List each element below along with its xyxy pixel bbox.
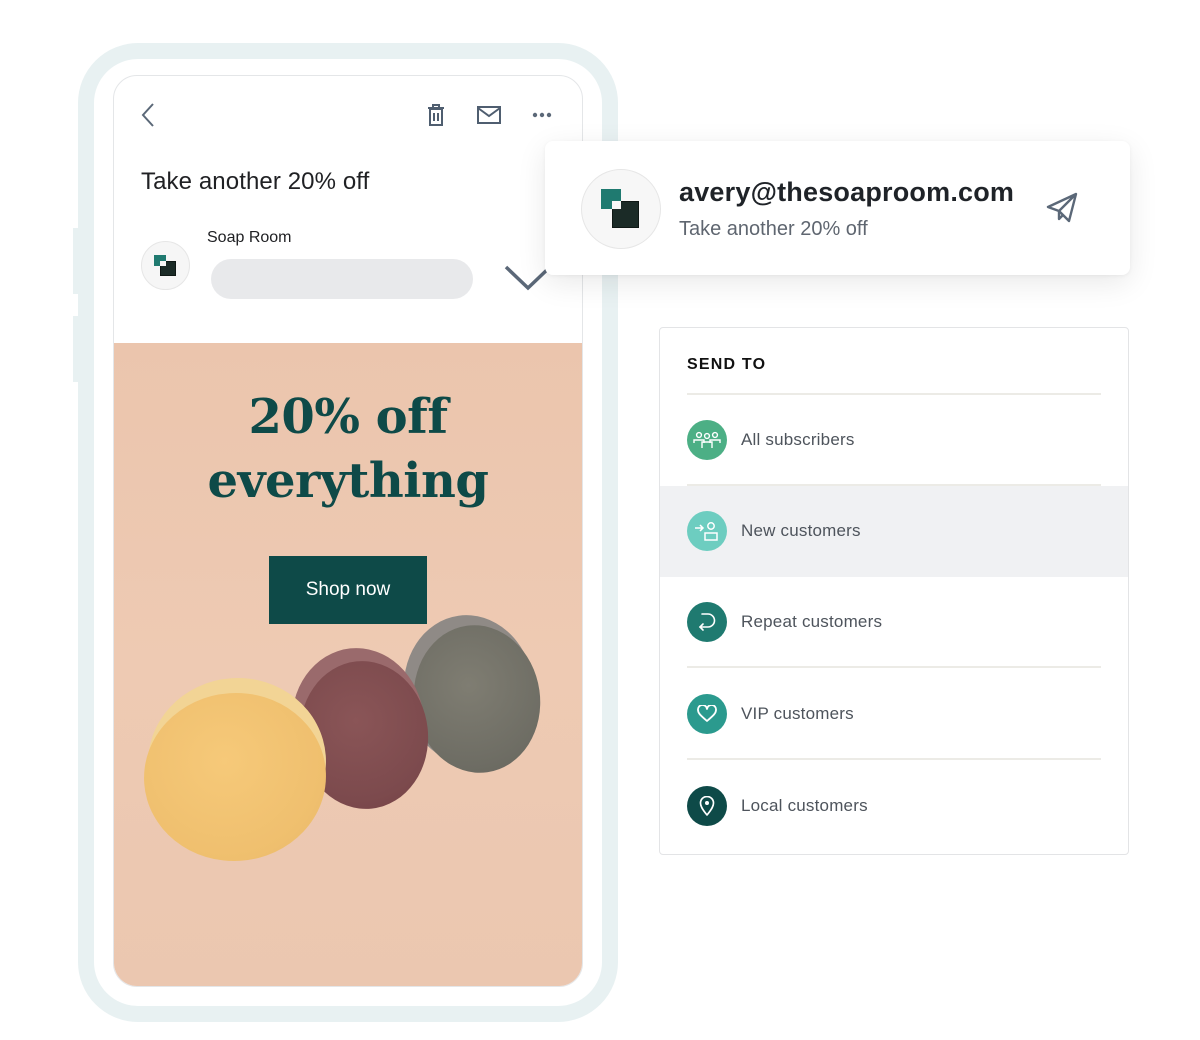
envelope-icon bbox=[477, 106, 501, 124]
delete-button[interactable] bbox=[424, 102, 448, 128]
segment-icon-circle bbox=[687, 420, 727, 460]
hero-title: 20% off everything bbox=[114, 385, 582, 513]
send-button[interactable] bbox=[1045, 191, 1079, 230]
sender-avatar bbox=[141, 241, 190, 290]
divider bbox=[687, 666, 1101, 668]
shop-now-button[interactable]: Shop now bbox=[269, 556, 427, 624]
sender-name: Soap Room bbox=[207, 229, 292, 246]
segment-icon-circle bbox=[687, 786, 727, 826]
group-icon bbox=[693, 431, 721, 448]
trash-icon bbox=[428, 104, 444, 126]
segment-label: All subscribers bbox=[741, 430, 855, 449]
segment-label: VIP customers bbox=[741, 704, 854, 723]
repeat-icon bbox=[698, 613, 716, 631]
segment-label: Repeat customers bbox=[741, 612, 883, 631]
new-user-icon bbox=[695, 522, 718, 541]
sender-avatar-large bbox=[581, 169, 661, 249]
sender-address-placeholder bbox=[211, 259, 473, 299]
paper-plane-icon bbox=[1046, 192, 1078, 223]
back-icon bbox=[141, 103, 154, 127]
more-button[interactable] bbox=[530, 106, 554, 124]
segment-local-customers[interactable]: Local customers bbox=[660, 761, 1128, 852]
divider bbox=[687, 758, 1101, 760]
location-pin-icon bbox=[699, 796, 715, 816]
segment-icon-circle bbox=[687, 602, 727, 642]
email-preview-card: avery@thesoaproom.com Take another 20% o… bbox=[545, 141, 1130, 275]
more-icon bbox=[532, 112, 552, 118]
segment-vip-customers[interactable]: VIP customers bbox=[660, 669, 1128, 760]
mail-button[interactable] bbox=[476, 104, 502, 126]
segment-label: New customers bbox=[741, 521, 861, 540]
segment-repeat-customers[interactable]: Repeat customers bbox=[660, 577, 1128, 668]
email-hero: 20% off everything Shop now bbox=[114, 343, 582, 986]
segment-new-customers[interactable]: New customers bbox=[660, 486, 1128, 577]
sender-email: avery@thesoaproom.com bbox=[679, 177, 1015, 207]
hero-title-line-1: 20% off bbox=[248, 389, 448, 445]
hero-title-line-2: everything bbox=[207, 453, 489, 509]
soap-room-logo bbox=[601, 189, 641, 229]
email-screen: Take another 20% off Soap Room 20% off e… bbox=[113, 75, 583, 987]
heart-icon bbox=[697, 705, 717, 722]
send-to-title: SEND TO bbox=[687, 356, 767, 373]
segment-icon-circle bbox=[687, 511, 727, 551]
segment-all-subscribers[interactable]: All subscribers bbox=[660, 395, 1128, 486]
segment-label: Local customers bbox=[741, 796, 868, 815]
soap-room-logo bbox=[154, 255, 178, 279]
email-toolbar bbox=[114, 76, 582, 156]
email-subject: Take another 20% off bbox=[141, 168, 370, 195]
card-subject: Take another 20% off bbox=[679, 218, 868, 240]
back-button[interactable] bbox=[136, 102, 160, 128]
send-to-panel: SEND TO All subscribers New customers Re… bbox=[659, 327, 1129, 855]
segment-icon-circle bbox=[687, 694, 727, 734]
